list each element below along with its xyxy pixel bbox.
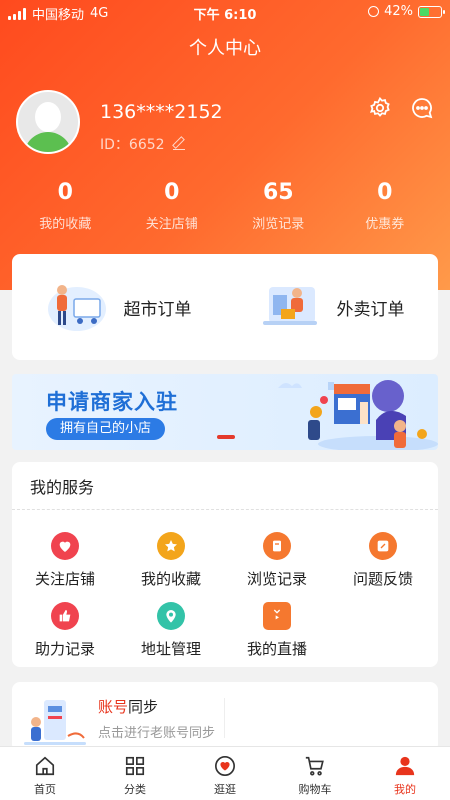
feedback-icon	[369, 532, 397, 560]
service-feedback[interactable]: 问题反馈	[330, 532, 436, 589]
status-bar: 中国移动 4G 下午 6:10 42%	[0, 0, 450, 24]
heart-icon	[51, 532, 79, 560]
account-sync-illustration	[24, 700, 86, 745]
supermarket-orders-label: 超市订单	[123, 299, 192, 320]
tab-browse[interactable]: 逛逛	[180, 747, 270, 800]
stat-browse-history[interactable]: 65 浏览记录	[225, 180, 332, 232]
user-id-row: ID：6652	[100, 134, 185, 154]
sync-subtitle: 点击进行老账号同步	[98, 726, 216, 741]
bottom-tab-bar: 首页 分类 逛逛 购物车 我的	[0, 746, 450, 800]
shop-illustration	[278, 380, 438, 450]
delivery-illustration	[262, 287, 317, 325]
stat-coupons[interactable]: 0 优惠券	[332, 180, 439, 232]
stat-favorites[interactable]: 0 我的收藏	[12, 180, 119, 232]
user-icon	[395, 756, 415, 776]
battery-icon	[418, 5, 445, 18]
service-assist-records[interactable]: 助力记录	[12, 602, 118, 659]
service-my-favorites[interactable]: 我的收藏	[118, 532, 224, 589]
page-title: 个人中心	[189, 38, 261, 59]
service-followed-shops[interactable]: 关注店铺	[12, 532, 118, 589]
services-title: 我的服务	[12, 462, 438, 510]
merchant-join-banner[interactable]: 申请商家入驻 拥有自己的小店	[12, 374, 438, 450]
tv-icon	[263, 602, 291, 630]
tab-cart[interactable]: 购物车	[270, 747, 360, 800]
grid-icon	[125, 756, 145, 776]
banner-pill: 拥有自己的小店	[46, 418, 166, 440]
star-icon	[157, 532, 185, 560]
settings-gear-icon[interactable]	[368, 96, 392, 120]
cart-icon	[305, 756, 324, 776]
cart-person-illustration	[47, 285, 106, 331]
service-address-management[interactable]: 地址管理	[118, 602, 224, 659]
sync-title: 账号同步	[98, 698, 159, 716]
user-id: ID：6652	[100, 137, 165, 153]
location-icon	[157, 602, 185, 630]
service-browse-history[interactable]: 浏览记录	[224, 532, 330, 589]
orientation-lock-icon	[368, 6, 380, 17]
battery-percent: 42%	[384, 4, 413, 19]
edit-icon[interactable]	[172, 138, 185, 150]
tab-home[interactable]: 首页	[0, 747, 90, 800]
user-phone: 136****2152	[100, 101, 223, 123]
stats-row: 0 我的收藏 0 关注店铺 65 浏览记录 0 优惠券	[12, 180, 438, 232]
history-icon	[263, 532, 291, 560]
avatar[interactable]	[16, 90, 80, 154]
my-services-card: 我的服务 关注店铺 我的收藏 浏览记录 问题反馈 助力记录 地址管理 我的直播	[12, 462, 438, 667]
message-icon[interactable]	[410, 96, 434, 120]
heart-badge-icon	[215, 756, 235, 776]
service-my-live[interactable]: 我的直播	[224, 602, 330, 659]
sync-divider	[224, 698, 225, 738]
account-sync-card[interactable]: 账号同步 点击进行老账号同步	[12, 682, 438, 752]
takeout-orders-label: 外卖订单	[336, 299, 405, 320]
supermarket-orders-button[interactable]: 超市订单	[12, 281, 225, 333]
thumbs-up-icon	[51, 602, 79, 630]
orders-card: 超市订单 外卖订单	[12, 254, 438, 360]
banner-title: 申请商家入驻	[46, 390, 178, 414]
tab-categories[interactable]: 分类	[90, 747, 180, 800]
tab-me[interactable]: 我的	[360, 747, 450, 800]
takeout-orders-button[interactable]: 外卖订单	[225, 281, 438, 333]
carousel-indicator	[217, 435, 235, 439]
home-icon	[35, 756, 55, 776]
stat-followed-shops[interactable]: 0 关注店铺	[119, 180, 226, 232]
